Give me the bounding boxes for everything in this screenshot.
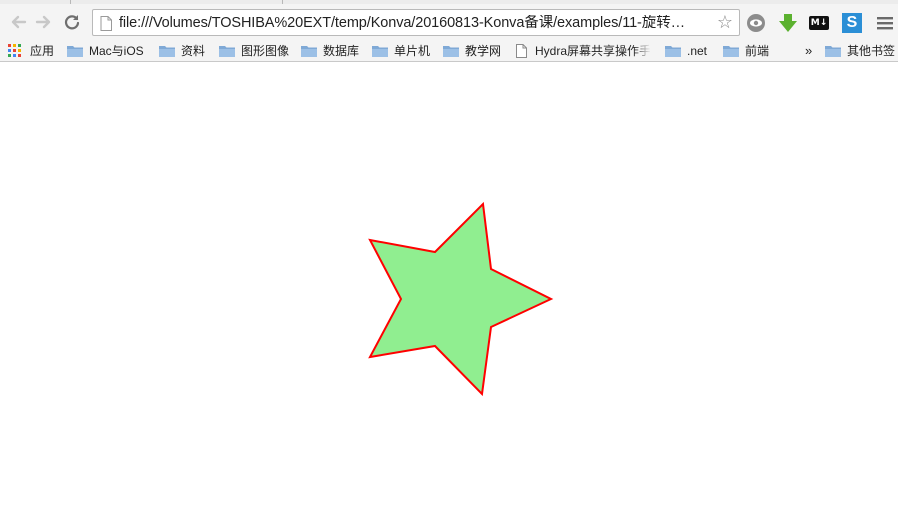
hamburger-menu-icon[interactable] bbox=[874, 12, 896, 34]
folder-icon bbox=[443, 45, 459, 57]
arrow-left-icon bbox=[11, 15, 27, 29]
reload-icon bbox=[64, 15, 80, 30]
bookmark-label: 图形图像 bbox=[241, 43, 290, 58]
bookmark-other-folder[interactable]: 其他书签 bbox=[825, 41, 895, 60]
bookmark-folder-teaching[interactable]: 教学网 bbox=[443, 41, 501, 60]
star-icon[interactable]: ☆ bbox=[717, 13, 733, 32]
bookmark-label: Hydra屏幕共享操作手 bbox=[535, 43, 650, 58]
bookmark-folder-frontend[interactable]: 前端 bbox=[723, 41, 769, 60]
bookmark-folder-mcu[interactable]: 单片机 bbox=[372, 41, 430, 60]
bookmark-label: 应用 bbox=[30, 43, 55, 58]
folder-icon bbox=[825, 45, 841, 57]
bookmark-label: 资料 bbox=[181, 43, 206, 58]
apps-grid-icon bbox=[8, 43, 21, 57]
bookmark-apps[interactable]: 应用 bbox=[8, 41, 54, 60]
address-bar[interactable]: file:///Volumes/TOSHIBA%20EXT/temp/Konva… bbox=[92, 9, 740, 36]
download-extension-icon[interactable] bbox=[777, 12, 799, 34]
bookmark-label: 单片机 bbox=[394, 43, 431, 58]
url-text[interactable]: file:///Volumes/TOSHIBA%20EXT/temp/Konva… bbox=[119, 15, 709, 32]
bookmark-folder-dotnet[interactable]: .net bbox=[665, 41, 707, 60]
page-icon bbox=[516, 43, 527, 58]
konva-stage-canvas bbox=[368, 201, 554, 397]
reload-button[interactable] bbox=[61, 9, 83, 35]
markdown-extension-icon[interactable]: M↓ bbox=[808, 12, 830, 34]
folder-icon bbox=[219, 45, 235, 57]
arrow-right-icon bbox=[35, 15, 51, 29]
folder-icon bbox=[301, 45, 317, 57]
folder-icon bbox=[723, 45, 739, 57]
star-shape[interactable] bbox=[368, 201, 554, 397]
bookmark-page-hydra[interactable]: Hydra屏幕共享操作手 bbox=[516, 41, 650, 60]
eye-extension-icon[interactable] bbox=[745, 12, 767, 34]
s-extension-icon[interactable]: S bbox=[841, 12, 863, 34]
bookmark-folder-graphics[interactable]: 图形图像 bbox=[219, 41, 289, 60]
bookmarks-bar: 应用 Mac与iOS 资料 图形图像 数据库 单片机 教学网 Hydra屏幕共享… bbox=[0, 40, 898, 62]
folder-icon bbox=[159, 45, 175, 57]
forward-button[interactable] bbox=[33, 9, 55, 35]
folder-icon bbox=[665, 45, 681, 57]
folder-icon bbox=[372, 45, 388, 57]
bookmark-folder-mac-ios[interactable]: Mac与iOS bbox=[67, 41, 144, 60]
bookmark-label: Mac与iOS bbox=[89, 43, 144, 58]
bookmark-folder-database[interactable]: 数据库 bbox=[301, 41, 359, 60]
folder-icon bbox=[67, 45, 83, 57]
bookmark-label: 教学网 bbox=[465, 43, 502, 58]
page-content bbox=[0, 63, 898, 516]
bookmark-label: 其他书签 bbox=[847, 43, 896, 58]
bookmark-label: 数据库 bbox=[323, 43, 360, 58]
bookmark-label: .net bbox=[687, 43, 708, 58]
browser-toolbar: file:///Volumes/TOSHIBA%20EXT/temp/Konva… bbox=[0, 4, 898, 40]
bookmark-label: 前端 bbox=[745, 43, 770, 58]
bookmarks-overflow-button[interactable]: » bbox=[805, 41, 812, 60]
document-icon bbox=[100, 16, 112, 31]
bookmark-folder-ziliao[interactable]: 资料 bbox=[159, 41, 205, 60]
back-button[interactable] bbox=[7, 9, 29, 35]
